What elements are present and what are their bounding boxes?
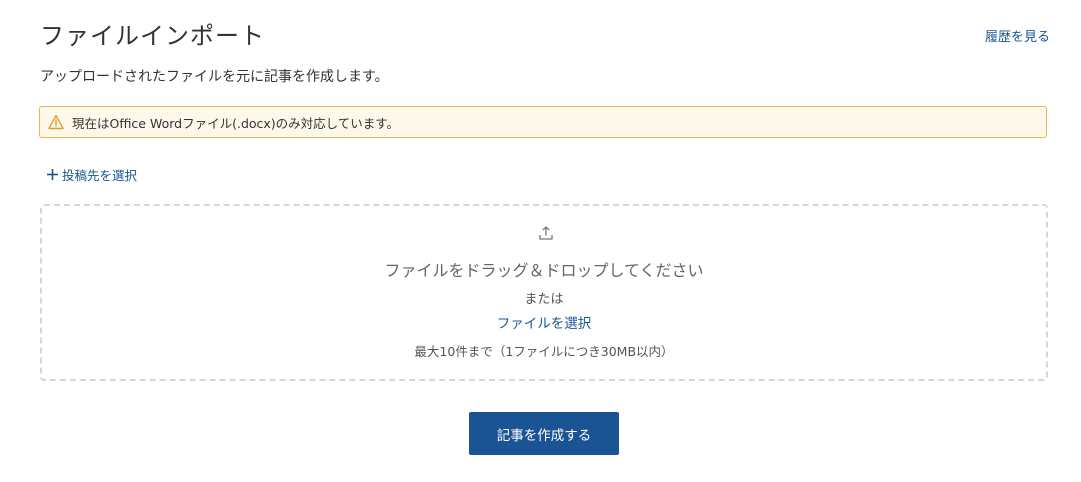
choose-file-row: ファイルを選択: [42, 312, 1046, 332]
file-import-page: ファイルインポート 履歴を見る アップロードされたファイルを元に記事を作成します…: [0, 0, 1081, 482]
format-notice: 現在はOffice Wordファイル(.docx)のみ対応しています。: [39, 106, 1047, 138]
notice-text: 現在はOffice Wordファイル(.docx)のみ対応しています。: [72, 115, 400, 131]
warning-icon: [48, 114, 64, 130]
page-description: アップロードされたファイルを元に記事を作成します。: [40, 69, 389, 85]
upload-icon: [538, 225, 554, 241]
or-label: または: [524, 292, 564, 307]
plus-icon: [46, 168, 59, 181]
upload-limit-text: 最大10件まで（1ファイルにつき30MB以内）: [414, 344, 674, 359]
drop-message: ファイルをドラッグ＆ドロップしてください: [384, 261, 704, 280]
page-header: ファイルインポート 履歴を見る: [40, 14, 1050, 54]
select-destination-label: 投稿先を選択: [62, 168, 138, 183]
file-dropzone[interactable]: ファイルをドラッグ＆ドロップしてください または ファイルを選択 最大10件まで…: [40, 204, 1048, 381]
create-article-button[interactable]: 記事を作成する: [469, 412, 619, 455]
choose-file-link[interactable]: ファイルを選択: [497, 316, 592, 332]
page-title: ファイルインポート: [40, 22, 265, 50]
view-history-link[interactable]: 履歴を見る: [985, 26, 1050, 45]
select-destination-button[interactable]: 投稿先を選択: [46, 165, 137, 184]
